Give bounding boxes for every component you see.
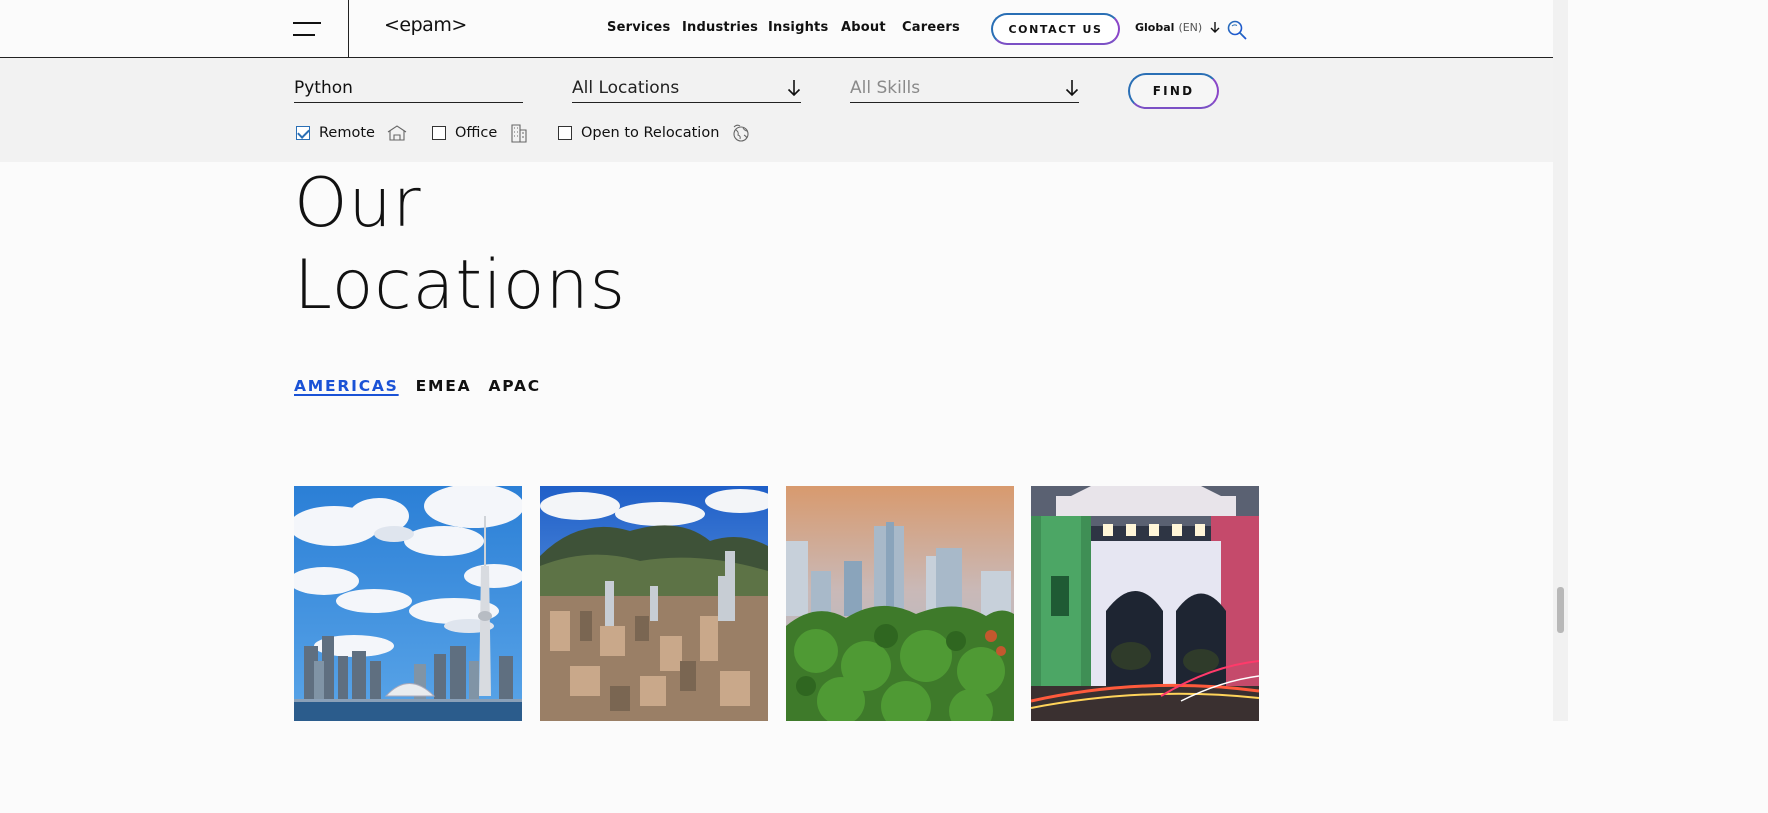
tab-apac[interactable]: APAC [488,377,541,395]
language-code: (EN) [1178,21,1203,34]
nav-label[interactable]: Insights [768,20,828,35]
city-card-green-city[interactable] [786,486,1014,721]
checkbox-label: Office [455,125,498,141]
page-title: Our Locations [294,163,626,327]
arrow-down-icon [787,79,801,96]
global-label: Global [1135,21,1175,34]
skills-placeholder: All Skills [850,77,921,98]
checkbox-unchecked[interactable] [432,126,446,140]
title-line-1: Our [294,164,422,243]
menu-icon[interactable] [293,21,322,37]
city-card-bogota[interactable] [540,486,768,721]
nav-label[interactable]: About [841,20,886,35]
skills-select[interactable]: All Skills [850,73,1079,103]
checkbox-label: Open to Relocation [581,125,720,141]
keyword-input[interactable]: Python [294,73,523,103]
checkbox-unchecked[interactable] [558,126,572,140]
nav-item-careers[interactable]: Careers [902,20,960,35]
tab-emea[interactable]: EMEA [416,377,472,395]
globe-icon [733,124,749,142]
nav-label[interactable]: Services [607,20,670,35]
keyword-value: Python [294,77,353,98]
region-tabs: AMERICAS EMEA APAC [294,377,558,395]
job-search-filter: Python All Locations All Skills FIND Rem… [0,58,1553,162]
title-line-2: Locations [294,246,627,325]
remote-checkbox[interactable]: Remote [296,123,407,143]
location-select[interactable]: All Locations [572,73,801,103]
nav-item-about[interactable]: About [841,20,886,35]
arrow-down-icon [1065,79,1079,96]
site-header: <epam> Services Industries Insights Abou… [0,0,1553,58]
nav-label[interactable]: Careers [902,20,960,35]
header-divider [348,0,349,57]
office-checkbox[interactable]: Office [432,123,529,143]
illuminated-arch-image [1031,486,1259,721]
green-city-image [786,486,1014,721]
epam-logo[interactable]: <epam> [384,14,467,36]
city-card-toronto[interactable] [294,486,522,721]
scrollbar-thumb[interactable] [1557,587,1564,633]
search-icon[interactable] [1226,19,1248,41]
nav-item-services[interactable]: Services [607,20,670,35]
toronto-skyline-image [294,486,522,721]
location-value: All Locations [572,77,680,98]
house-icon [387,125,407,141]
arrow-down-icon [1210,22,1220,33]
city-card-arch[interactable] [1031,486,1259,721]
building-icon [511,124,527,143]
checkbox-label: Remote [319,125,375,141]
bogota-aerial-image [540,486,768,721]
contact-us-button[interactable]: CONTACT US [991,13,1120,45]
tab-americas[interactable]: AMERICAS [294,377,399,395]
find-button[interactable]: FIND [1128,73,1219,109]
language-selector[interactable]: Global (EN) [1135,21,1220,34]
nav-item-insights[interactable]: Insights [768,20,828,35]
relocation-checkbox[interactable]: Open to Relocation [558,123,751,143]
page-scrollbar[interactable] [1553,0,1568,721]
checkbox-checked[interactable] [296,126,310,140]
nav-item-industries[interactable]: Industries [682,20,758,35]
nav-label[interactable]: Industries [682,20,758,35]
